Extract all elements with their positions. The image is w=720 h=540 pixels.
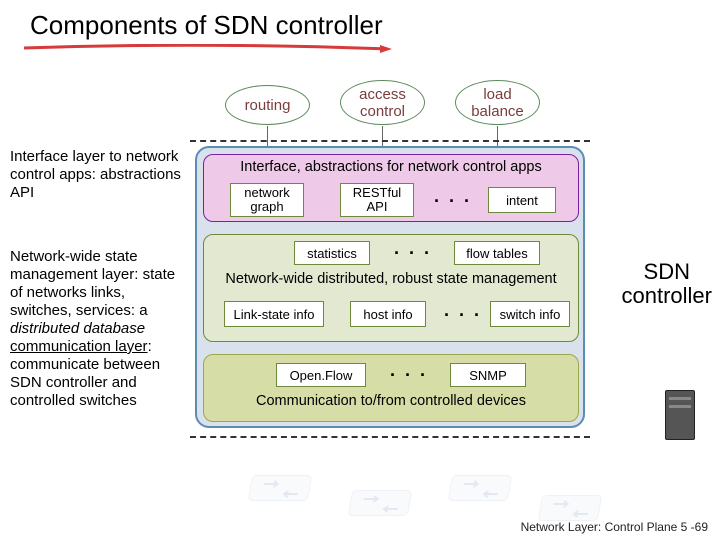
switch-icon: [248, 475, 313, 501]
state-layer-panel: statistics · · · flow tables Network-wid…: [203, 234, 579, 342]
dashed-separator-bottom: [190, 436, 590, 438]
interface-layer-desc: Interface layer to network control apps:…: [10, 148, 185, 202]
comm-layer-panel: Open.Flow · · · SNMP Communication to/fr…: [203, 354, 579, 422]
connector: [382, 126, 383, 146]
slide-footer: Network Layer: Control Plane 5 -69: [521, 520, 708, 534]
connector: [267, 126, 268, 146]
box-openflow: Open.Flow: [276, 363, 366, 387]
box-restful-api: RESTfulAPI: [340, 183, 414, 217]
box-flow-tables: flow tables: [454, 241, 540, 265]
title-underline: [22, 44, 392, 50]
dashed-separator-top: [190, 140, 590, 142]
box-network-graph: networkgraph: [230, 183, 304, 217]
comm-layer-caption: Communication to/from controlled devices: [204, 393, 578, 409]
state-layer-desc: Network-wide state management layer: sta…: [10, 248, 185, 410]
sdn-controller-label: SDNcontroller: [622, 260, 712, 308]
switch-icon: [448, 475, 513, 501]
connector: [497, 126, 498, 146]
box-intent: intent: [488, 187, 556, 213]
sdn-controller-body: Interface, abstractions for network cont…: [195, 146, 585, 428]
slide-title: Components of SDN controller: [0, 0, 720, 41]
ellipsis-icon: · · ·: [444, 305, 482, 326]
interface-layer-panel: Interface, abstractions for network cont…: [203, 154, 579, 222]
switch-icon: [348, 490, 413, 516]
box-host-info: host info: [350, 301, 426, 327]
box-statistics: statistics: [294, 241, 370, 265]
box-snmp: SNMP: [450, 363, 526, 387]
box-switch-info: switch info: [490, 301, 570, 327]
state-layer-caption: Network-wide distributed, robust state m…: [204, 271, 578, 287]
box-link-state: Link-state info: [224, 301, 324, 327]
app-access-control: accesscontrol: [340, 80, 425, 125]
ellipsis-icon: · · ·: [394, 243, 432, 264]
app-load-balance: loadbalance: [455, 80, 540, 125]
switch-icon: [538, 495, 603, 521]
ellipsis-icon: · · ·: [390, 365, 428, 386]
ellipsis-icon: · · ·: [434, 191, 472, 212]
app-routing: routing: [225, 85, 310, 125]
interface-layer-caption: Interface, abstractions for network cont…: [204, 159, 578, 175]
server-icon: [665, 390, 695, 440]
